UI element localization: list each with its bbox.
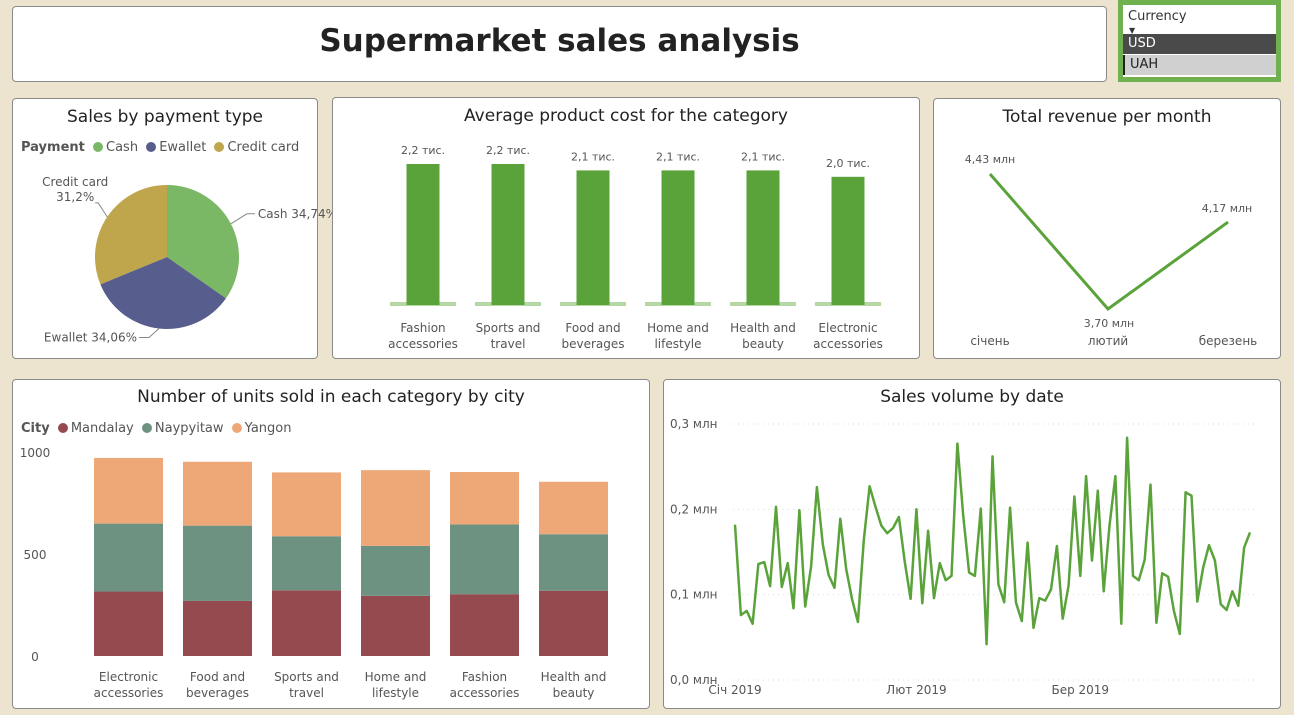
data-label: 2,0 тис.	[826, 157, 870, 170]
x-tick-label: Electronic	[99, 670, 158, 684]
x-tick-label: lifestyle	[654, 337, 701, 351]
bar-segment-yangon	[183, 461, 252, 526]
y-tick-label: 0,2 млн	[670, 502, 717, 516]
data-label: 2,1 тис.	[656, 150, 700, 163]
x-tick-label: Health and	[730, 321, 796, 335]
x-tick-label: Sports and	[274, 670, 339, 684]
bar-food-and-beverages	[576, 170, 610, 305]
bar-fashion-accessories	[406, 164, 440, 305]
title-card: Supermarket sales analysis	[12, 6, 1107, 82]
bar-segment-mandalay	[539, 590, 608, 656]
revenue-line: 4,43 млн 3,70 млн 4,17 млн січень лютий берез…	[965, 153, 1257, 348]
x-tick-label: travel	[289, 686, 324, 700]
data-label-credit-card: Credit card	[42, 175, 108, 189]
bar-segment-naypyitaw	[450, 524, 519, 595]
y-tick-label: 500	[24, 548, 47, 562]
x-tick-label: січень	[970, 334, 1009, 348]
volume-line-path	[733, 436, 1252, 646]
revenue-chart-card: Total revenue per month 4,43 млн 3,70 млн…	[933, 98, 1281, 359]
x-tick-label: Electronic	[818, 321, 877, 335]
page-title: Supermarket sales analysis	[319, 23, 800, 59]
bar-segment-naypyitaw	[94, 523, 163, 592]
bar-health-and-beauty	[746, 170, 780, 305]
x-tick-label: Food and	[565, 321, 620, 335]
x-tick-label: Home and	[647, 321, 709, 335]
x-tick-label: Лют 2019	[886, 683, 946, 697]
x-tick-label: accessories	[388, 337, 458, 351]
x-tick-label: accessories	[94, 686, 164, 700]
volume-chart-card: Sales volume by date 0,0 млн 0,1 млн 0,2 м…	[663, 379, 1281, 709]
data-label: 3,70 млн	[1084, 317, 1135, 330]
y-tick-label: 0,1 млн	[670, 588, 717, 602]
bar-segment-mandalay	[94, 591, 163, 656]
units-chart-card: Number of units sold in each category by…	[12, 379, 650, 709]
payment-pie: Cash 34,74% Ewallet 34,06% Credit card31,2…	[42, 175, 337, 345]
x-tick-label: лютий	[1088, 334, 1128, 348]
bar-segment-naypyitaw	[183, 525, 252, 601]
x-tick-label: beverages	[561, 337, 624, 351]
bar-electronic-accessories	[831, 176, 865, 305]
x-tick-label: accessories	[450, 686, 520, 700]
avg-cost-chart-card: Average product cost for the category 2,…	[332, 97, 920, 359]
x-tick-label: Fashion	[462, 670, 507, 684]
data-label: 2,1 тис.	[571, 150, 615, 163]
bar-segment-naypyitaw	[539, 534, 608, 591]
x-tick-label: березень	[1199, 334, 1257, 348]
bar-home-and-lifestyle	[661, 170, 695, 305]
data-label: 4,43 млн	[965, 153, 1016, 166]
bar-segment-mandalay	[361, 595, 430, 656]
revenue-line-path	[988, 173, 1229, 312]
data-label: 4,17 млн	[1202, 202, 1253, 215]
avg-cost-bars: 2,2 тис. Fashion accessories 2,2 тис. Sports…	[388, 144, 883, 351]
x-tick-label: travel	[491, 337, 526, 351]
units-stacked-bars: 0 500 1000 Electronic accessories Food and bev…	[20, 446, 608, 700]
bar-segment-naypyitaw	[361, 545, 430, 596]
bar-sports-and-travel	[491, 164, 525, 305]
y-tick-label: 0	[31, 650, 39, 664]
x-tick-label: beverages	[186, 686, 249, 700]
bar-segment-mandalay	[450, 594, 519, 656]
payment-chart-card: Sales by payment type Payment Cash Ewall…	[12, 98, 337, 359]
x-tick-label: Січ 2019	[708, 683, 761, 697]
leader-line	[139, 328, 160, 339]
x-tick-label: beauty	[742, 337, 784, 351]
bar-segment-yangon	[539, 481, 608, 535]
currency-option-uah[interactable]: UAH	[1123, 55, 1276, 75]
bar-segment-naypyitaw	[272, 536, 341, 591]
data-label-ewallet: Ewallet 34,06%	[44, 331, 137, 345]
x-tick-label: lifestyle	[372, 686, 419, 700]
leader-line	[95, 202, 108, 218]
x-tick-label: Food and	[190, 670, 245, 684]
bar-segment-yangon	[361, 470, 430, 546]
x-tick-label: Бер 2019	[1051, 683, 1109, 697]
x-tick-label: Home and	[365, 670, 427, 684]
bar-segment-yangon	[94, 457, 163, 524]
y-tick-label: 0,3 млн	[670, 417, 717, 431]
data-label: 2,2 тис.	[486, 144, 530, 157]
leader-line	[230, 213, 255, 225]
data-label: 2,1 тис.	[741, 150, 785, 163]
x-tick-label: Health and	[541, 670, 607, 684]
data-label-cash: Cash 34,74%	[258, 207, 337, 221]
x-tick-label: Fashion	[400, 321, 445, 335]
bar-segment-yangon	[272, 472, 341, 537]
x-tick-label: beauty	[553, 686, 595, 700]
volume-line: 0,0 млн0,1 млн0,2 млн0,3 млнСіч 2019 Лют …	[670, 417, 1258, 697]
x-tick-label: accessories	[813, 337, 883, 351]
bar-segment-yangon	[450, 471, 519, 525]
bar-segment-mandalay	[272, 590, 341, 656]
bar-segment-mandalay	[183, 600, 252, 656]
y-tick-label: 1000	[20, 446, 51, 460]
currency-slicer-body: Currency ▼ USD UAH	[1123, 5, 1276, 77]
currency-slicer: Currency ▼ USD UAH	[1118, 0, 1281, 82]
data-label-credit-card-value: 31,2%	[56, 190, 94, 204]
x-tick-label: Sports and	[476, 321, 541, 335]
data-label: 2,2 тис.	[401, 144, 445, 157]
currency-option-usd[interactable]: USD	[1123, 34, 1276, 54]
currency-slicer-label: Currency	[1128, 9, 1187, 24]
